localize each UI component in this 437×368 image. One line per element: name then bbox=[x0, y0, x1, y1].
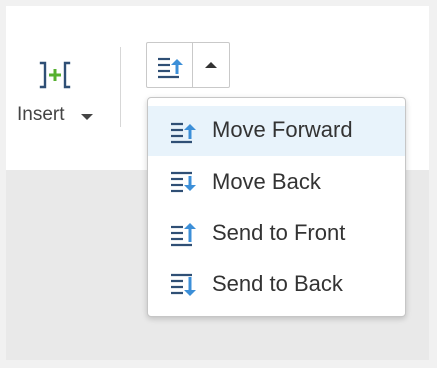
insert-column-icon bbox=[39, 61, 71, 89]
ribbon-divider bbox=[120, 47, 121, 127]
menu-item-send-to-back[interactable]: Send to Back bbox=[148, 260, 405, 310]
menu-item-label: Move Back bbox=[212, 169, 321, 194]
arrange-split-button[interactable] bbox=[146, 42, 230, 88]
move-back-icon bbox=[171, 171, 196, 193]
move-forward-icon bbox=[158, 57, 183, 79]
menu-item-send-to-front[interactable]: Send to Front bbox=[148, 209, 405, 259]
menu-item-label: Send to Back bbox=[212, 271, 343, 296]
arrange-main-button[interactable] bbox=[147, 43, 193, 87]
send-to-back-icon bbox=[171, 273, 196, 296]
caret-down-icon bbox=[81, 114, 93, 120]
menu-item-move-back[interactable]: Move Back bbox=[148, 158, 405, 208]
menu-item-move-forward[interactable]: Move Forward bbox=[148, 106, 405, 156]
menu-item-label: Send to Front bbox=[212, 220, 346, 245]
move-forward-icon bbox=[171, 122, 196, 144]
send-to-front-icon bbox=[171, 223, 196, 247]
arrange-menu: Move Forward Move Back Send to Front Sen… bbox=[147, 97, 406, 317]
arrange-dropdown-toggle[interactable] bbox=[193, 43, 229, 87]
insert-label: Insert bbox=[17, 104, 65, 125]
menu-item-label: Move Forward bbox=[212, 117, 353, 142]
insert-dropdown-button[interactable]: Insert bbox=[12, 52, 98, 132]
caret-up-icon bbox=[205, 62, 217, 68]
